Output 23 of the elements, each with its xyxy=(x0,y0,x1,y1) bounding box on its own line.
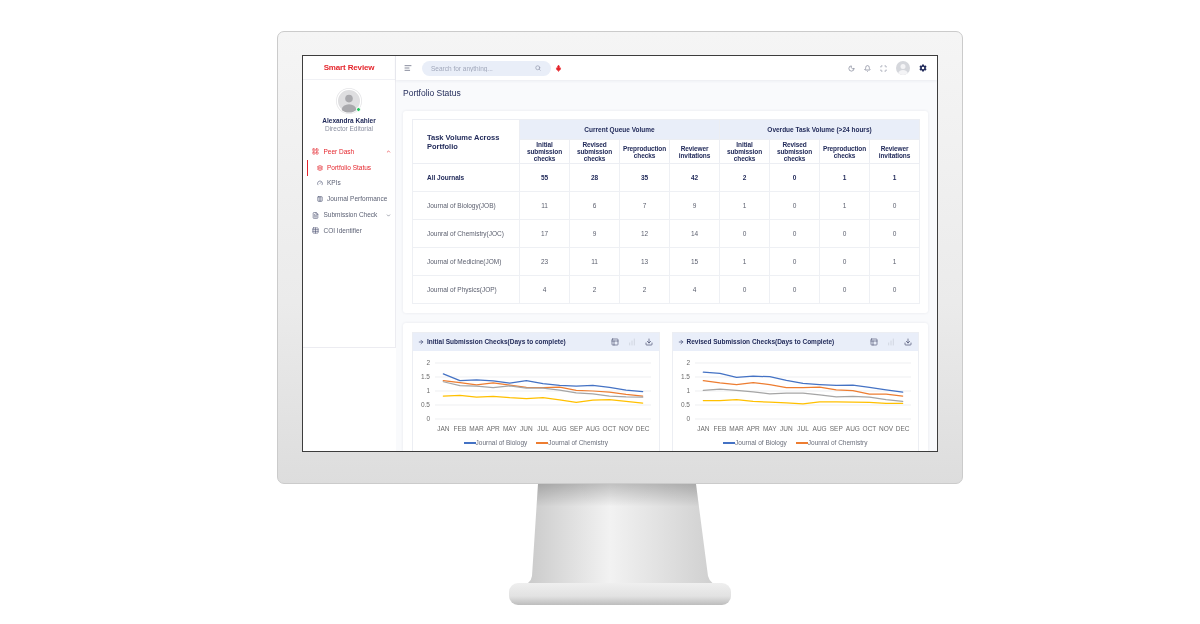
download-icon[interactable] xyxy=(644,338,653,346)
document-icon xyxy=(311,211,319,219)
page-title: Portfolio Status xyxy=(403,88,462,98)
arrow-right-icon[interactable] xyxy=(418,339,424,345)
avatar-icon xyxy=(336,88,362,114)
app-logo[interactable]: Smart Review xyxy=(323,62,375,73)
search-icon[interactable] xyxy=(535,65,541,71)
columns-icon xyxy=(317,196,323,203)
microphone-icon[interactable] xyxy=(555,64,562,72)
arrow-right-icon[interactable] xyxy=(677,339,684,345)
settings-icon[interactable] xyxy=(919,64,927,72)
menu-icon[interactable] xyxy=(404,64,412,72)
avatar-icon[interactable] xyxy=(896,61,910,75)
table-icon xyxy=(311,227,319,235)
moon-icon[interactable] xyxy=(848,64,855,72)
layout-icon[interactable] xyxy=(870,338,878,346)
layers-icon xyxy=(317,164,323,171)
fullscreen-icon[interactable] xyxy=(880,64,887,72)
bell-icon[interactable] xyxy=(864,64,871,72)
download-icon[interactable] xyxy=(904,338,912,346)
gauge-icon xyxy=(317,180,323,187)
layout-icon[interactable] xyxy=(610,338,619,346)
grid-icon xyxy=(311,148,319,156)
